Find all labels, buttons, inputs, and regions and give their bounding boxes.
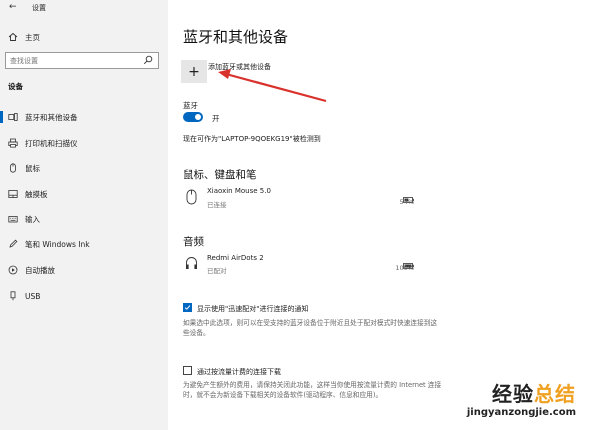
annotation-arrow [218, 69, 327, 103]
sidebar-item-touchpad[interactable]: 触摸板 [0, 184, 168, 204]
keyboard-icon [8, 214, 18, 224]
swift-pair-description: 如果选中此选项，则可以在受支持的蓝牙设备位于附近且处于配对模式时快速连接到这些设… [183, 319, 438, 337]
search-icon[interactable] [143, 55, 153, 67]
mouse-icon [8, 163, 18, 173]
metered-download-description: 为避免产生额外的费用，请保持关闭此功能，这样当你使用按流量计费的 Interne… [183, 381, 442, 399]
sidebar-item-label: 输入 [25, 214, 40, 224]
metered-download-checkbox[interactable] [183, 366, 192, 375]
headphones-icon [185, 255, 198, 274]
discoverable-text: 现在可作为"LAPTOP-9QOEKG19"被检测到 [183, 135, 321, 143]
watermark-text-b: 总结 [534, 382, 576, 406]
home-icon [8, 32, 18, 42]
bluetooth-devices-icon [8, 112, 18, 122]
section-label-devices: 设备 [8, 82, 23, 91]
printer-icon [8, 138, 18, 148]
watermark-text-a: 经验 [492, 382, 534, 406]
main-panel: 蓝牙和其他设备 + 添加蓝牙或其他设备 蓝牙 开 现在可作为"LAPTOP-9Q… [168, 0, 600, 430]
bluetooth-label: 蓝牙 [183, 101, 198, 110]
sidebar-item-label: 笔和 Windows Ink [25, 239, 90, 249]
autoplay-icon [8, 265, 18, 275]
device-row-mouse[interactable]: Xiaoxin Mouse 5.0 已连接 54% [168, 185, 428, 211]
battery-percentage: 100% [395, 264, 414, 272]
nav-home[interactable]: 主页 [8, 30, 40, 44]
nav-home-label: 主页 [25, 32, 40, 42]
sidebar-item-printers[interactable]: 打印机和扫描仪 [0, 133, 168, 153]
sidebar-item-label: USB [25, 291, 41, 301]
mouse-icon [186, 189, 197, 209]
sidebar-item-autoplay[interactable]: 自动播放 [0, 260, 168, 280]
search-input[interactable] [10, 53, 138, 68]
category-title-audio: 音频 [183, 236, 204, 248]
sidebar-item-label: 打印机和扫描仪 [25, 138, 78, 148]
sidebar-item-bluetooth[interactable]: 蓝牙和其他设备 [0, 107, 168, 127]
device-name: Xiaoxin Mouse 5.0 [207, 187, 271, 195]
device-row-headphones[interactable]: Redmi AirDots 2 已配对 100% [168, 252, 428, 278]
search-field[interactable] [5, 52, 159, 69]
watermark-logo: 经验总结 [492, 378, 576, 407]
category-title-input-devices: 鼠标、键盘和笔 [183, 169, 257, 181]
battery-percentage: 54% [399, 198, 414, 206]
sidebar-item-mouse[interactable]: 鼠标 [0, 158, 168, 178]
pen-icon [8, 239, 18, 249]
device-status: 已连接 [207, 201, 227, 209]
watermark-url: jingyanzongjie.com [466, 407, 576, 418]
bluetooth-toggle[interactable] [183, 112, 203, 122]
bluetooth-state: 开 [212, 114, 220, 123]
sidebar-item-label: 触摸板 [25, 189, 48, 199]
swift-pair-label[interactable]: 显示使用"迅速配对"进行连接的通知 [197, 304, 308, 314]
checkmark-icon [184, 305, 191, 310]
back-arrow-icon[interactable]: ← [9, 2, 17, 12]
sidebar-item-pen[interactable]: 笔和 Windows Ink [0, 234, 168, 254]
device-status: 已配对 [207, 267, 227, 275]
sidebar-item-label: 自动播放 [25, 265, 55, 275]
device-name: Redmi AirDots 2 [207, 254, 264, 262]
swift-pair-checkbox[interactable] [183, 303, 192, 312]
sidebar-item-usb[interactable]: USB [0, 286, 168, 306]
metered-download-label[interactable]: 通过按流量计费的连接下载 [197, 367, 281, 377]
sidebar-item-label: 鼠标 [25, 163, 40, 173]
touchpad-icon [8, 189, 18, 199]
usb-icon [8, 291, 18, 301]
sidebar-item-input[interactable]: 输入 [0, 209, 168, 229]
sidebar: ← 设置 主页 设备 蓝牙和其他设备 打印机和扫描仪 鼠标 触摸 [0, 0, 168, 430]
window-title: 设置 [32, 4, 46, 12]
sidebar-item-label: 蓝牙和其他设备 [25, 112, 78, 122]
